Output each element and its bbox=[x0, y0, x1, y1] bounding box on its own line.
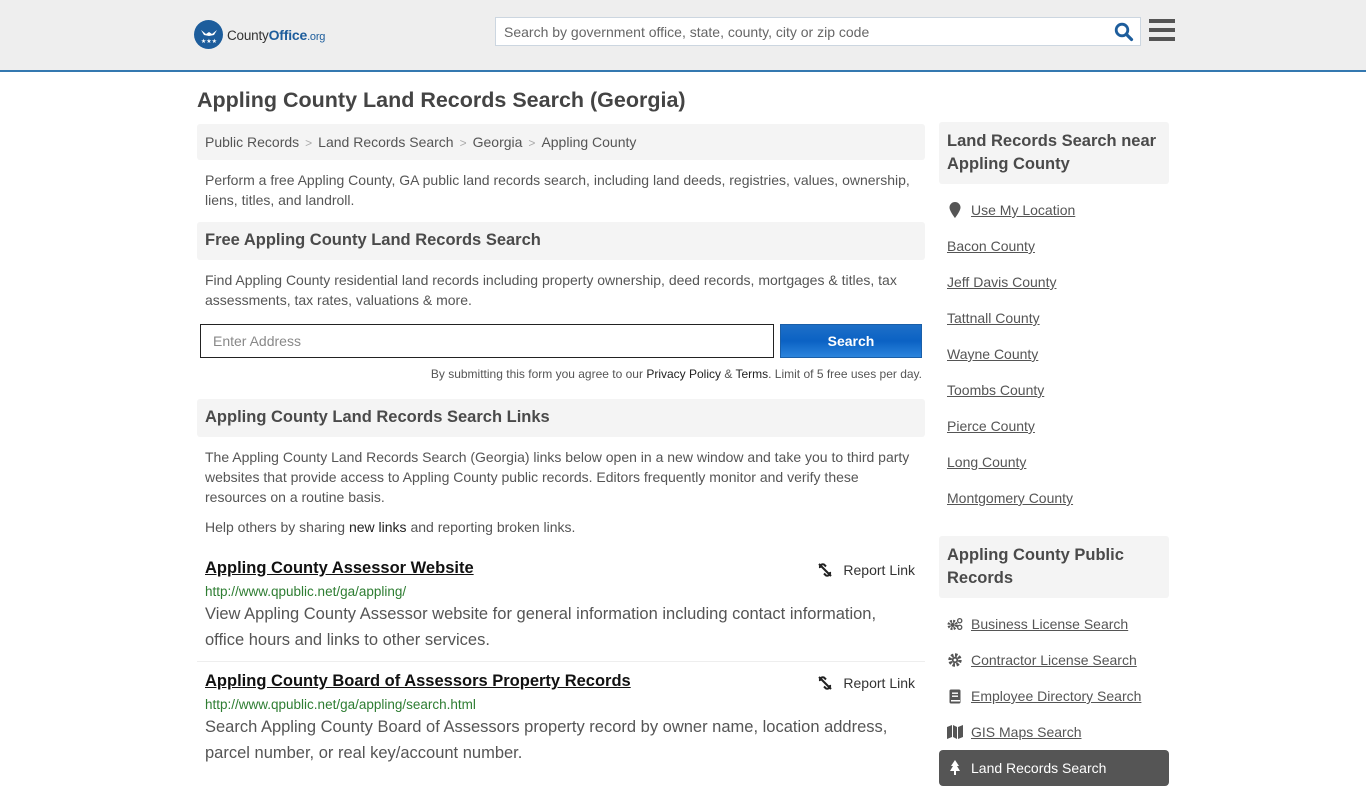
public-record-link[interactable]: Employee Directory Search bbox=[971, 688, 1141, 704]
resource-link-description: View Appling County Assessor website for… bbox=[205, 605, 877, 649]
terms-prefix: By submitting this form you agree to our bbox=[430, 367, 647, 381]
help-text: Help others by sharing new links and rep… bbox=[197, 517, 925, 537]
free-search-description: Find Appling County residential land rec… bbox=[205, 272, 897, 308]
public-record-link[interactable]: GIS Maps Search bbox=[971, 724, 1082, 740]
address-search-button[interactable]: Search bbox=[780, 324, 922, 358]
hamburger-menu-icon[interactable] bbox=[1149, 19, 1175, 43]
search-icon[interactable] bbox=[1114, 22, 1134, 42]
terms-amp: & bbox=[721, 367, 736, 381]
address-input[interactable] bbox=[200, 324, 774, 358]
public-record-item[interactable]: Employee Directory Search bbox=[947, 678, 1161, 714]
breadcrumb-public-records[interactable]: Public Records bbox=[205, 134, 299, 150]
nearby-county-link[interactable]: Montgomery County bbox=[947, 490, 1073, 506]
logo-text: CountyOffice.org bbox=[227, 26, 326, 43]
logo-eagle-icon: ★★★ bbox=[194, 20, 223, 49]
nearby-county-link[interactable]: Bacon County bbox=[947, 238, 1035, 254]
nearby-county-link[interactable]: Long County bbox=[947, 454, 1026, 470]
nearby-county-link[interactable]: Pierce County bbox=[947, 418, 1035, 434]
breadcrumb-land-records-search[interactable]: Land Records Search bbox=[318, 134, 453, 150]
gears-icon bbox=[947, 617, 963, 631]
help-suffix: and reporting broken links. bbox=[406, 519, 576, 535]
terms-link[interactable]: Terms bbox=[735, 367, 768, 381]
links-section-description: The Appling County Land Records Search (… bbox=[205, 449, 910, 505]
map-marker-icon bbox=[947, 202, 963, 218]
broken-link-icon bbox=[818, 563, 833, 577]
map-icon bbox=[947, 725, 963, 739]
public-record-item-active[interactable]: Land Records Search bbox=[939, 750, 1169, 786]
breadcrumb-georgia[interactable]: Georgia bbox=[473, 134, 523, 150]
resource-link-title[interactable]: Appling County Board of Assessors Proper… bbox=[205, 672, 631, 690]
site-logo[interactable]: ★★★ CountyOffice.org bbox=[194, 20, 325, 49]
book-icon bbox=[947, 689, 963, 704]
breadcrumb-separator: > bbox=[528, 136, 536, 150]
svg-text:★★★: ★★★ bbox=[200, 38, 216, 45]
main-content: Public Records > Land Records Search > Georg… bbox=[197, 124, 925, 766]
nearby-list: Use My Location Bacon County Jeff Davis … bbox=[939, 192, 1169, 516]
use-my-location-link[interactable]: Use My Location bbox=[971, 202, 1075, 218]
breadcrumb: Public Records > Land Records Search > Georg… bbox=[197, 124, 925, 160]
help-prefix: Help others by sharing bbox=[205, 519, 349, 535]
nearby-county-link[interactable]: Jeff Davis County bbox=[947, 274, 1056, 290]
sidebar: Land Records Search near Appling County … bbox=[939, 122, 1169, 786]
terms-suffix: . Limit of 5 free uses per day. bbox=[768, 367, 922, 381]
public-records-list: Business License Search Contractor Licen… bbox=[939, 606, 1169, 750]
use-my-location-item[interactable]: Use My Location bbox=[947, 192, 1161, 228]
links-section-heading: Appling County Land Records Search Links bbox=[197, 399, 925, 437]
breadcrumb-separator: > bbox=[305, 136, 313, 150]
new-links-link[interactable]: new links bbox=[349, 519, 407, 535]
resource-link-item: Appling County Assessor Website Report L… bbox=[197, 559, 925, 662]
report-link-button[interactable]: Report Link bbox=[817, 675, 915, 691]
tree-icon bbox=[947, 760, 963, 776]
top-bar: ★★★ CountyOffice.org bbox=[0, 0, 1366, 72]
breadcrumb-appling-county[interactable]: Appling County bbox=[541, 134, 636, 150]
site-search-box bbox=[495, 17, 1141, 46]
site-search-input[interactable] bbox=[496, 18, 1096, 45]
broken-link-icon bbox=[818, 676, 833, 690]
public-records-heading: Appling County Public Records bbox=[939, 536, 1169, 598]
report-link-button[interactable]: Report Link bbox=[817, 562, 915, 578]
resource-link-description: Search Appling County Board of Assessors… bbox=[205, 718, 888, 762]
active-record-label: Land Records Search bbox=[971, 760, 1107, 776]
resource-link-title[interactable]: Appling County Assessor Website bbox=[205, 559, 474, 577]
resource-link-url: http://www.qpublic.net/ga/appling/ bbox=[205, 584, 407, 599]
intro-text: Perform a free Appling County, GA public… bbox=[205, 172, 910, 208]
free-search-heading: Free Appling County Land Records Search bbox=[197, 222, 925, 260]
public-record-link[interactable]: Business License Search bbox=[971, 616, 1128, 632]
nearby-county-link[interactable]: Wayne County bbox=[947, 346, 1038, 362]
public-record-item[interactable]: Contractor License Search bbox=[947, 642, 1161, 678]
resource-link-item: Appling County Board of Assessors Proper… bbox=[197, 672, 925, 766]
nearby-county-link[interactable]: Toombs County bbox=[947, 382, 1044, 398]
nearby-county-link[interactable]: Tattnall County bbox=[947, 310, 1040, 326]
page-title: Appling County Land Records Search (Geor… bbox=[197, 88, 686, 112]
breadcrumb-separator: > bbox=[459, 136, 467, 150]
privacy-policy-link[interactable]: Privacy Policy bbox=[646, 367, 721, 381]
gear-icon bbox=[947, 653, 963, 667]
public-record-item[interactable]: GIS Maps Search bbox=[947, 714, 1161, 750]
address-search-form: Search bbox=[197, 324, 925, 358]
public-record-item[interactable]: Business License Search bbox=[947, 606, 1161, 642]
nearby-heading: Land Records Search near Appling County bbox=[939, 122, 1169, 184]
terms-notice: By submitting this form you agree to our… bbox=[197, 367, 925, 381]
resource-link-url: http://www.qpublic.net/ga/appling/search… bbox=[205, 697, 476, 712]
report-link-label: Report Link bbox=[843, 562, 915, 578]
public-record-link[interactable]: Contractor License Search bbox=[971, 652, 1137, 668]
report-link-label: Report Link bbox=[843, 675, 915, 691]
